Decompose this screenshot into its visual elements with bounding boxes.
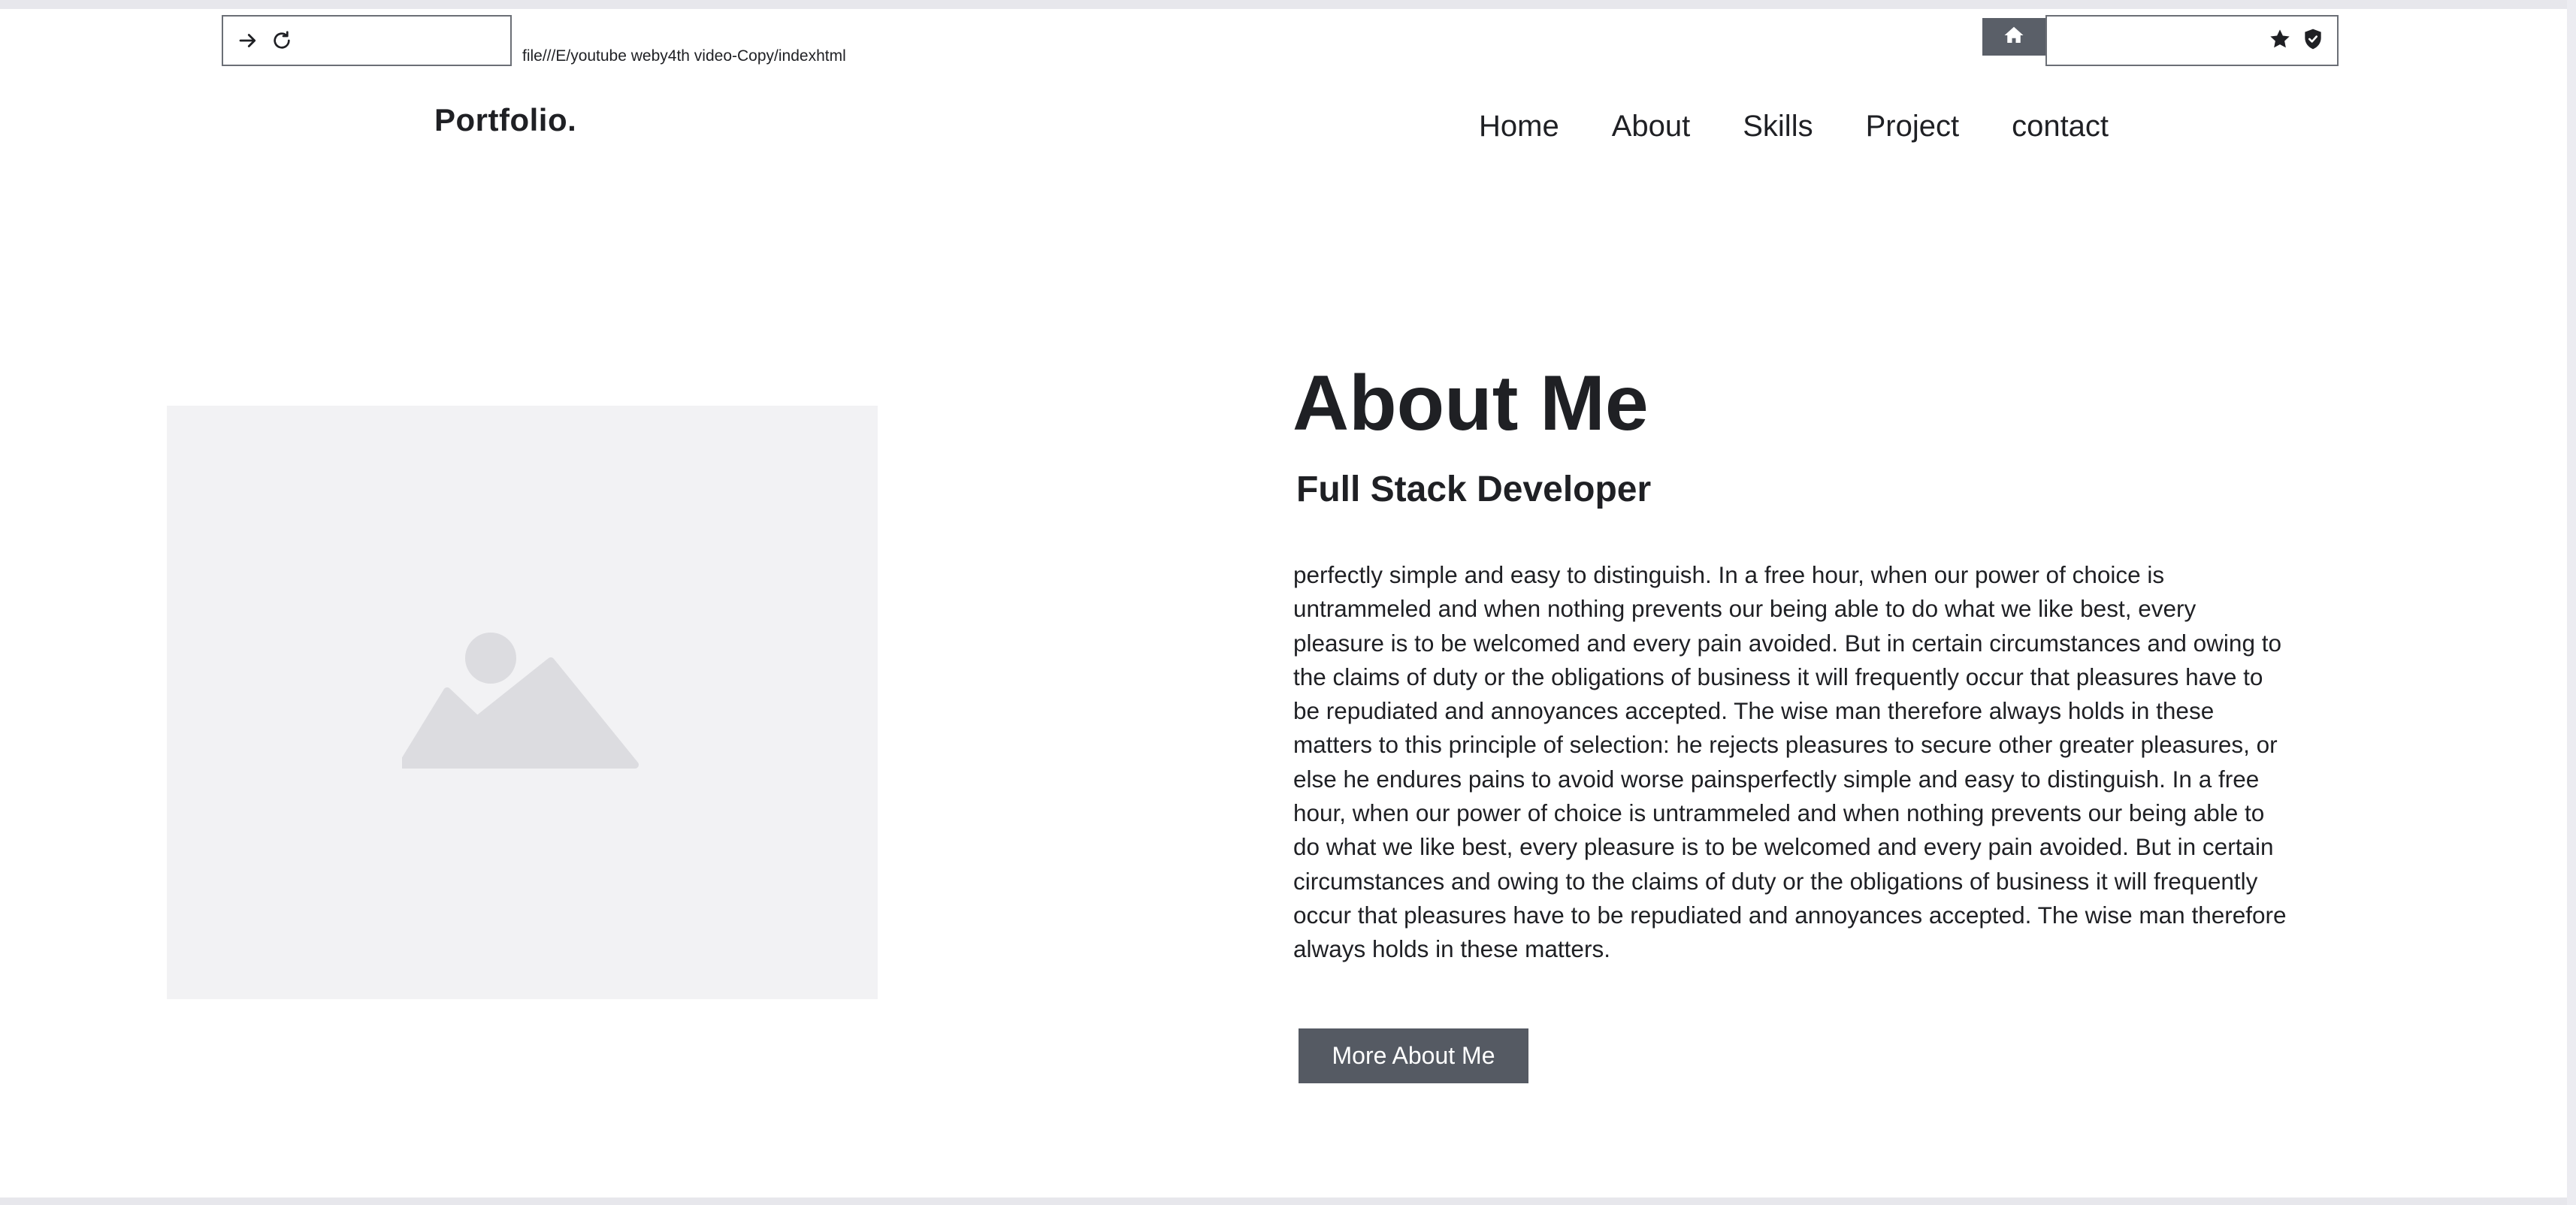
nav-home[interactable]: Home bbox=[1479, 110, 1559, 143]
site-logo[interactable]: Portfolio. bbox=[434, 102, 576, 138]
nav-about[interactable]: About bbox=[1612, 110, 1691, 143]
address-bar[interactable] bbox=[222, 15, 512, 66]
nav-contact[interactable]: contact bbox=[2012, 110, 2109, 143]
image-icon bbox=[398, 630, 642, 776]
url-text: file///E/youtube weby4th video-Copy/inde… bbox=[522, 47, 846, 65]
profile-image-placeholder bbox=[167, 406, 878, 999]
shield-icon[interactable] bbox=[2301, 27, 2325, 55]
main-nav: Home About Skills Project contact bbox=[1479, 104, 2109, 149]
about-subtitle: Full Stack Developer bbox=[1296, 470, 1652, 509]
arrow-right-icon[interactable] bbox=[237, 29, 259, 52]
nav-skills[interactable]: Skills bbox=[1743, 110, 1813, 143]
more-about-me-button[interactable]: More About Me bbox=[1299, 1028, 1528, 1083]
about-paragraph: perfectly simple and easy to distinguish… bbox=[1293, 561, 2287, 963]
extension-bar[interactable] bbox=[2045, 15, 2339, 66]
nav-project[interactable]: Project bbox=[1866, 110, 1960, 143]
scrollbar-track[interactable] bbox=[2567, 0, 2576, 1205]
home-button[interactable] bbox=[1982, 18, 2045, 56]
home-icon bbox=[2003, 24, 2025, 50]
star-icon[interactable] bbox=[2268, 27, 2292, 55]
about-title: About Me bbox=[1293, 360, 1649, 447]
reload-icon[interactable] bbox=[270, 29, 294, 53]
